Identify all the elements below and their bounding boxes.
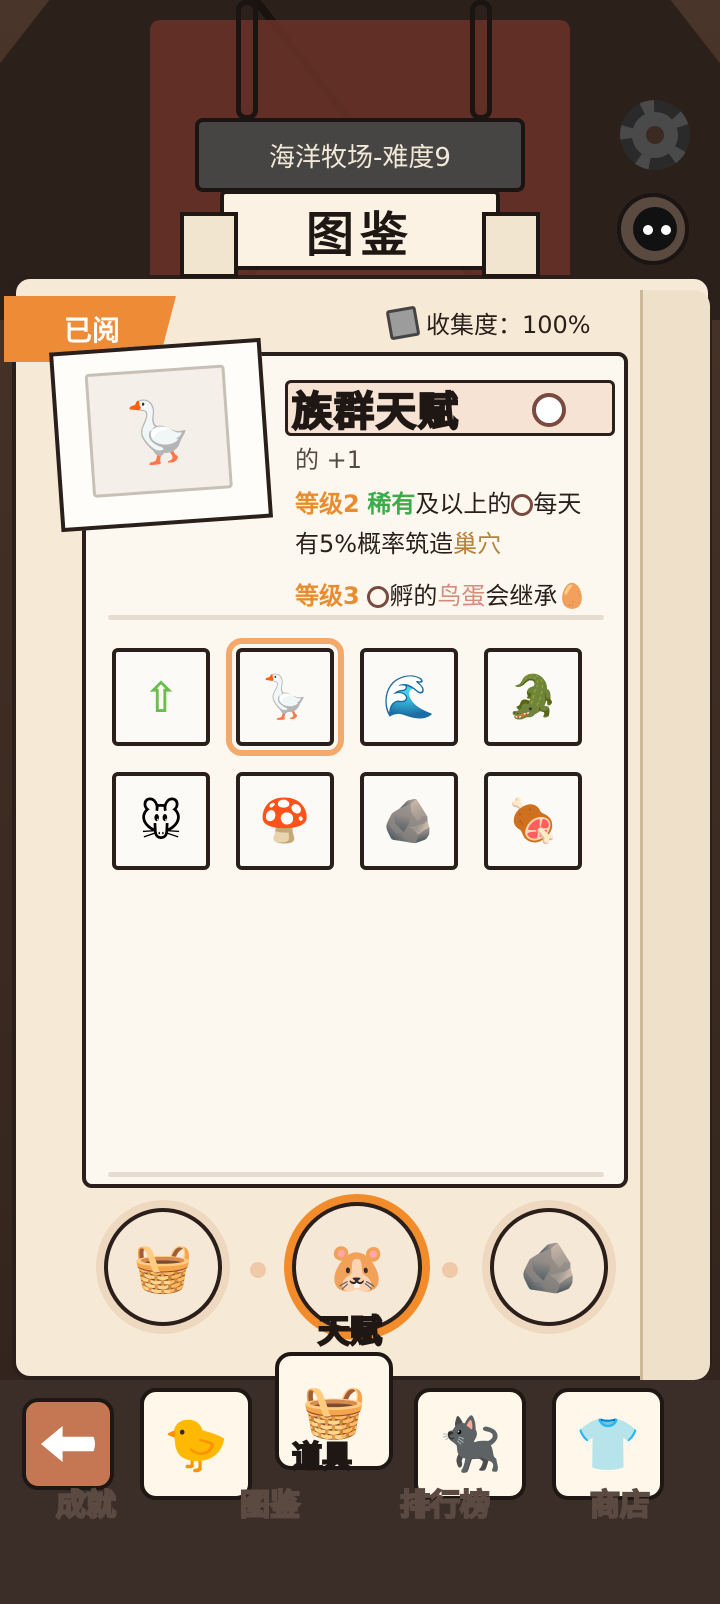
green-arrows-icon: ⇧ xyxy=(143,672,179,722)
mice-icon: 🐭 xyxy=(139,796,183,846)
panel-bottom-line xyxy=(108,1172,604,1177)
sign-chain-left xyxy=(236,0,258,120)
coin-inline-icon xyxy=(367,586,390,608)
category-rocks-button[interactable]: 🪨 xyxy=(490,1208,608,1326)
category-items-button[interactable]: 🧺 xyxy=(104,1208,222,1326)
avatar[interactable] xyxy=(617,193,689,265)
level3-prefix: 等级3 xyxy=(295,582,360,610)
basket-icon: 🧺 xyxy=(133,1239,193,1296)
level2-prefix: 等级2 xyxy=(295,490,360,518)
grid-cell[interactable]: 🐭 xyxy=(112,772,210,870)
avatar-eye-left xyxy=(643,225,653,235)
dot xyxy=(442,1262,458,1278)
selected-item-card: 🪿 xyxy=(48,337,274,533)
nav-label-shop: 商店 xyxy=(589,1487,651,1524)
back-button[interactable] xyxy=(22,1398,114,1490)
black-cat-icon: 🐈‍⬛ xyxy=(437,1414,503,1475)
grid-cell-selected[interactable]: 🪿 xyxy=(226,638,344,756)
grid-cell[interactable]: ⇧ xyxy=(112,648,210,746)
page-title: 图鉴 xyxy=(180,190,540,278)
level2-text2: 每天 xyxy=(533,490,582,518)
gear-icon[interactable] xyxy=(620,100,690,170)
coin-inline-icon xyxy=(511,494,534,516)
divider xyxy=(108,615,604,620)
level3-egg: 鸟蛋 xyxy=(437,582,486,610)
hamster-icon: 🐹 xyxy=(327,1239,387,1296)
nav-label-achievements: 成就 xyxy=(55,1487,117,1524)
grid-cell[interactable]: 🍖 xyxy=(484,772,582,870)
collection-progress: 收集度：100% xyxy=(385,305,591,340)
nav-label-leaderboard: 排行榜 xyxy=(399,1487,491,1524)
grid-cell[interactable]: 🐊 xyxy=(484,648,582,746)
geese-plus-one-icon: 🪿 xyxy=(258,672,312,721)
grid-cell[interactable]: 🪨 xyxy=(360,772,458,870)
talent-header: 族群天赋 xyxy=(285,380,615,436)
nav-label-items: 道具 xyxy=(291,1439,353,1476)
stage-sign: 海洋牧场-难度9 xyxy=(195,118,525,192)
nav-label-collection: 图鉴 xyxy=(239,1487,301,1524)
talent-grid: ⇧ 🪿 🌊 🐊 🐭 🍄 🪨 🍖 xyxy=(112,638,582,870)
meat-icon: 🍖 xyxy=(506,796,560,845)
sign-chain-right xyxy=(470,0,492,120)
shirt-icon: 👕 xyxy=(575,1414,641,1475)
book-icon xyxy=(385,305,421,340)
geese-plus-one-icon: 🪿 xyxy=(84,364,233,498)
coin-icon xyxy=(532,393,566,427)
level2-line2-b: 巢穴 xyxy=(453,530,502,558)
level2-line2-a: 有5%概率筑造 xyxy=(295,530,454,558)
wave-icon: 🌊 xyxy=(382,672,436,721)
grid-cell[interactable]: 🌊 xyxy=(360,648,458,746)
level3-text: 孵的 xyxy=(389,582,438,610)
level3-text2: 会继承 xyxy=(485,582,558,610)
category-active-label: 天赋 xyxy=(317,1311,383,1351)
level2-text: 及以上的 xyxy=(415,490,512,518)
talent-line-partial: 的 +1 xyxy=(295,440,362,480)
crocodile-icon: 🐊 xyxy=(506,672,560,721)
mushroom-icon: 🍄 xyxy=(258,796,312,845)
back-arrow-icon xyxy=(41,1426,95,1462)
rocks-icon: 🪨 xyxy=(382,796,436,845)
chick-icon: 🐤 xyxy=(163,1414,229,1475)
rocks-icon: 🪨 xyxy=(519,1239,579,1296)
talent-name: 族群天赋 xyxy=(291,388,460,436)
level2-rare: 稀有 xyxy=(367,490,416,518)
dot xyxy=(250,1262,266,1278)
avatar-eye-right xyxy=(661,225,671,235)
nav-achievements[interactable]: 🐤 xyxy=(140,1388,252,1500)
talent-level3: 等级3 孵的鸟蛋会继承🥚 xyxy=(295,576,587,616)
talent-line-partial-text: 的 +1 xyxy=(295,446,363,474)
collection-label: 收集度：100% xyxy=(426,311,591,339)
book-right-page xyxy=(640,290,710,1380)
grid-cell[interactable]: 🍄 xyxy=(236,772,334,870)
talent-level2: 等级2 稀有及以上的 每天 有5%概率筑造巢穴 xyxy=(295,484,581,564)
egg-nest-icon: 🥚 xyxy=(557,582,588,610)
